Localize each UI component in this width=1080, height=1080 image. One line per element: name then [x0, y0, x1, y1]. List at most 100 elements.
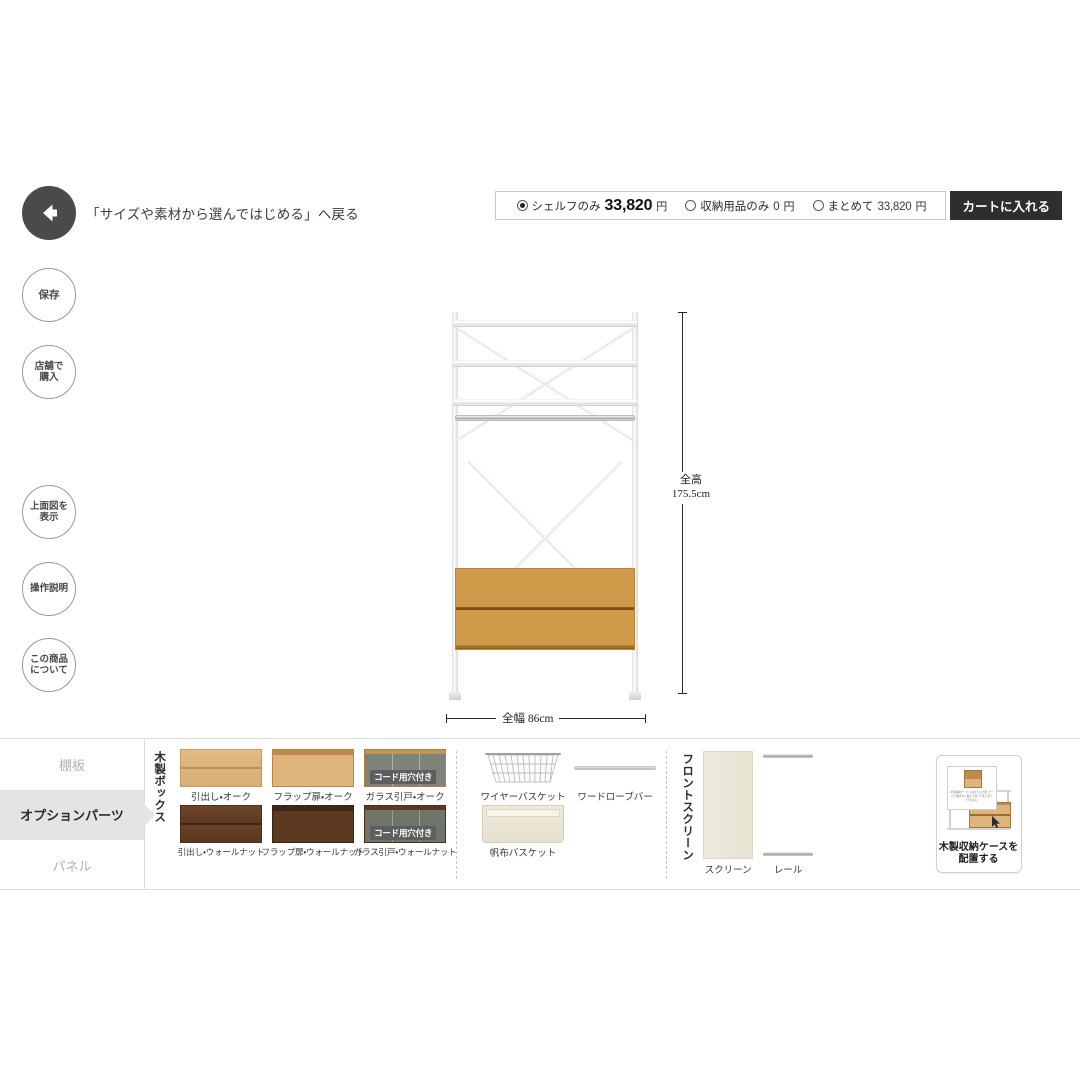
- tab-option-parts[interactable]: オプションパーツ: [0, 789, 144, 841]
- parts-group-baskets: ワイヤーバスケット ワードローブバー 帆布バスケット: [457, 739, 668, 889]
- price-bar: シェルフのみ 33,820 円 収納用品のみ 0 円 まとめて 33,820 円: [494, 191, 1062, 220]
- part-wardrobe-bar-label: ワードローブバー: [577, 792, 653, 803]
- wooden-box-base-lip: [456, 645, 634, 649]
- part-wire-basket-thumb[interactable]: [482, 749, 564, 787]
- parts-toolbar: 棚板 オプションパーツ パネル 木製ボックス 引出し・オーク フラップ扉・オーク…: [0, 738, 1080, 890]
- wardrobe-bar-icon: [574, 749, 657, 787]
- parts-group-wooden-box-title: 木製ボックス: [153, 751, 166, 823]
- wooden-box-grid: 引出し・オーク フラップ扉・オーク コード用穴付き ガラス引戸・オーク 引出し・…: [169, 749, 457, 889]
- back-label[interactable]: 「サイズや素材から選んではじめる」へ戻る: [86, 203, 359, 223]
- cursor-icon: [991, 816, 1000, 828]
- wardrobe-bar[interactable]: [455, 415, 635, 421]
- place-wooden-case-label: 木製収納ケースを 配置する: [937, 842, 1021, 866]
- wooden-box-row-oak: 引出し・オーク フラップ扉・オーク コード用穴付き ガラス引戸・オーク: [177, 749, 449, 803]
- height-dimension-value: 175.5cm: [671, 487, 711, 500]
- illustration-mini-box: [963, 770, 982, 788]
- part-glass-slide-walnut-badge: コード用穴付き: [370, 826, 437, 840]
- radio-storage-only[interactable]: [685, 199, 697, 211]
- shelf-foot-right: [629, 692, 641, 700]
- parts-group-front-screen-title: フロントスクリーン: [681, 753, 694, 861]
- part-flap-oak[interactable]: フラップ扉・オーク: [269, 749, 357, 803]
- part-wardrobe-bar-thumb[interactable]: [574, 749, 657, 787]
- price-option-bundle-amount: 33,820: [877, 200, 912, 213]
- rail-icon[interactable]: [763, 751, 814, 859]
- basket-grid: ワイヤーバスケット ワードローブバー 帆布バスケット: [471, 749, 667, 889]
- wire-basket-icon: [485, 753, 562, 783]
- part-drawer-oak-label: 引出し・オーク: [190, 792, 252, 803]
- part-canvas-basket[interactable]: 帆布バスケット: [479, 805, 567, 859]
- radio-bundle[interactable]: [812, 199, 824, 211]
- tab-panels-label: パネル: [52, 858, 92, 874]
- width-dimension-label: 全幅 86cm: [496, 710, 560, 726]
- part-rail-label: レール: [773, 865, 803, 876]
- radio-shelf-only[interactable]: [516, 199, 528, 211]
- wooden-box-row-walnut: 引出し・ウォールナット フラップ扉・ウォールナット コード用穴付き ガラス引戸・…: [177, 805, 457, 858]
- part-glass-slide-oak-thumb[interactable]: コード用穴付き: [364, 749, 447, 787]
- shelf-board-3[interactable]: [453, 399, 637, 406]
- price-option-shelf-only-unit: 円: [656, 200, 668, 213]
- height-dimension-label: 全高 175.5cm: [660, 472, 722, 504]
- shelf-assembly[interactable]: [449, 312, 641, 700]
- place-wooden-case-label-1: 木製収納ケースを: [938, 842, 1019, 853]
- screen-icon[interactable]: [703, 751, 754, 859]
- place-wooden-case-card[interactable]: 木製収納ケース・下台または上置 コード穴 棚ダボに載せて置いて使うタイプではない…: [935, 755, 1022, 873]
- part-flap-oak-thumb[interactable]: [272, 749, 355, 787]
- part-glass-slide-walnut-thumb[interactable]: コード用穴付き: [364, 805, 447, 843]
- shelf-foot-left: [449, 692, 461, 700]
- shelf-board-2[interactable]: [453, 360, 637, 367]
- basket-row-1: ワイヤーバスケット ワードローブバー: [479, 749, 659, 803]
- tab-panels[interactable]: パネル: [0, 840, 144, 891]
- part-drawer-walnut[interactable]: 引出し・ウォールナット: [177, 805, 265, 858]
- part-drawer-walnut-label: 引出し・ウォールナット: [177, 847, 265, 857]
- part-drawer-oak-thumb[interactable]: [180, 749, 263, 787]
- part-flap-walnut[interactable]: フラップ扉・ウォールナット: [261, 805, 365, 858]
- top-bar: 「サイズや素材から選んではじめる」へ戻る シェルフのみ 33,820 円 収納用…: [0, 170, 1080, 240]
- price-option-bundle-label: まとめて: [827, 200, 874, 213]
- basket-row-2: 帆布バスケット: [479, 805, 659, 859]
- price-option-group: シェルフのみ 33,820 円 収納用品のみ 0 円 まとめて 33,820 円: [494, 191, 947, 220]
- price-option-shelf-only-label: シェルフのみ: [531, 200, 601, 213]
- add-to-cart-button[interactable]: カートに入れる: [950, 191, 1062, 220]
- illustration-tooltip: 木製収納ケース・下台または上置 コード穴 棚ダボに載せて置いて使うタイプではない: [946, 766, 997, 810]
- part-flap-walnut-label: フラップ扉・ウォールナット: [261, 847, 365, 857]
- part-glass-slide-walnut[interactable]: コード用穴付き ガラス引戸・ウォールナット: [354, 805, 457, 858]
- part-rail[interactable]: レール: [763, 751, 814, 876]
- price-option-storage-only-label: 収納用品のみ: [700, 200, 770, 213]
- place-wooden-case-label-2: 配置する: [958, 854, 999, 865]
- cross-brace-upper: [455, 324, 635, 442]
- price-option-shelf-only-amount: 33,820: [604, 196, 653, 214]
- price-option-shelf-only[interactable]: シェルフのみ 33,820 円: [508, 197, 677, 215]
- part-screen[interactable]: スクリーン: [703, 751, 754, 876]
- illustration-tooltip-text: 木製収納ケース・下台または上置 コード穴 棚ダボに載せて置いて使うタイプではない: [950, 791, 994, 802]
- price-option-storage-only-amount: 0: [773, 200, 780, 213]
- shelf-preview[interactable]: 全高 175.5cm 全幅 86cm: [0, 240, 1080, 740]
- part-drawer-walnut-thumb[interactable]: [180, 805, 263, 843]
- action-card-area: 木製収納ケース・下台または上置 コード穴 棚ダボに載せて置いて使うタイプではない…: [877, 739, 1080, 889]
- part-canvas-basket-thumb[interactable]: [482, 805, 565, 843]
- part-wire-basket[interactable]: ワイヤーバスケット: [479, 749, 567, 803]
- back-navigation[interactable]: 「サイズや素材から選んではじめる」へ戻る: [22, 186, 359, 240]
- part-flap-oak-label: フラップ扉・オーク: [273, 792, 353, 803]
- part-glass-slide-oak[interactable]: コード用穴付き ガラス引戸・オーク: [361, 749, 449, 803]
- basket-grid-spacer: [571, 805, 659, 859]
- tab-shelf-boards[interactable]: 棚板: [0, 739, 144, 790]
- width-dimension-cap-right: [645, 714, 646, 723]
- part-wardrobe-bar[interactable]: ワードローブバー: [571, 749, 659, 803]
- tab-shelf-boards-label: 棚板: [58, 757, 85, 773]
- parts-tab-list: 棚板 オプションパーツ パネル: [0, 739, 145, 889]
- part-flap-walnut-thumb[interactable]: [272, 805, 355, 843]
- part-glass-slide-oak-label: ガラス引戸・オーク: [365, 792, 445, 803]
- price-option-bundle[interactable]: まとめて 33,820 円: [804, 198, 936, 214]
- parts-group-front-screen: フロントスクリーン スクリーン レール: [667, 739, 877, 889]
- wooden-box-seam: [456, 607, 634, 610]
- arrow-left-icon[interactable]: [22, 186, 76, 240]
- price-option-storage-only[interactable]: 収納用品のみ 0 円: [676, 198, 803, 214]
- height-dimension-title: 全高: [680, 474, 702, 486]
- part-glass-slide-oak-badge: コード用穴付き: [370, 770, 437, 784]
- parts-group-wooden-box: 木製ボックス 引出し・オーク フラップ扉・オーク コード用穴付き ガラス引戸・オ…: [145, 739, 458, 889]
- shelf-board-1[interactable]: [453, 320, 637, 327]
- wooden-box-oak[interactable]: [455, 568, 635, 650]
- app-root: 「サイズや素材から選んではじめる」へ戻る シェルフのみ 33,820 円 収納用…: [0, 0, 1080, 1080]
- part-wire-basket-label: ワイヤーバスケット: [480, 792, 566, 803]
- part-drawer-oak[interactable]: 引出し・オーク: [177, 749, 265, 803]
